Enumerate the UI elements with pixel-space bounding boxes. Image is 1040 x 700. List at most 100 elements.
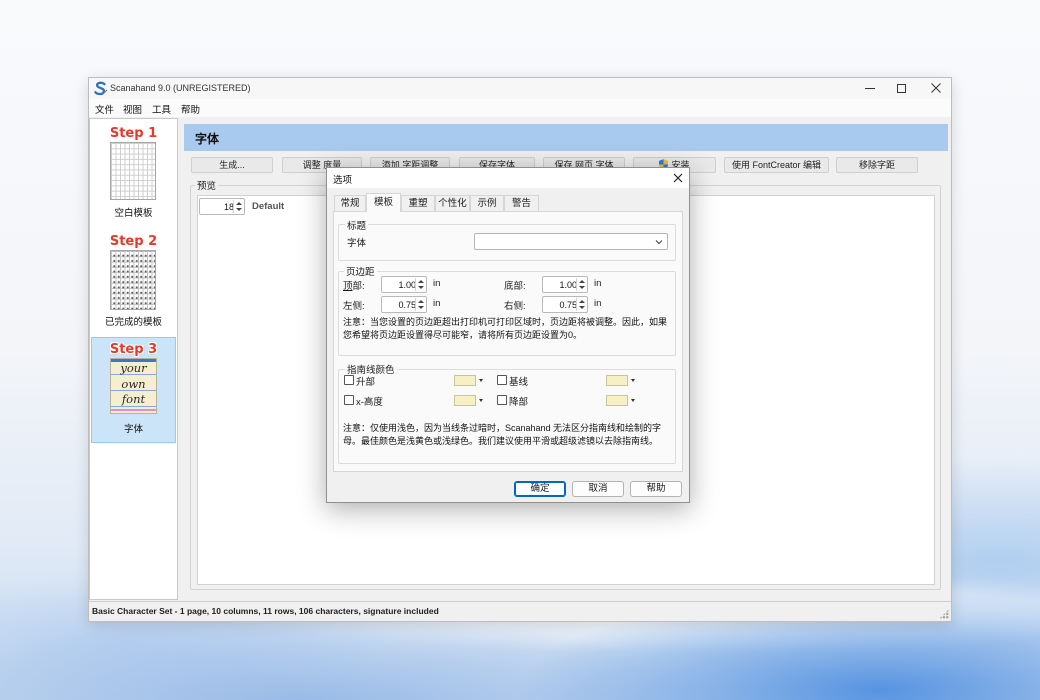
close-button[interactable] bbox=[921, 78, 951, 99]
descender-color-picker[interactable] bbox=[606, 395, 636, 406]
stepper-buttons bbox=[576, 298, 586, 311]
bottom-margin-input[interactable] bbox=[544, 278, 577, 291]
sidebar-item-blank-template[interactable]: Step 1 空白模板 bbox=[91, 120, 176, 226]
menu-view[interactable]: 视图 bbox=[123, 102, 142, 116]
cancel-button[interactable]: 取消 bbox=[572, 481, 624, 497]
preview-font-name: Default bbox=[252, 201, 285, 212]
tab-reshape[interactable]: 重塑 bbox=[401, 195, 435, 211]
font-sample-word: own bbox=[121, 377, 146, 391]
heading-font-select[interactable] bbox=[474, 233, 668, 250]
right-margin-input[interactable] bbox=[544, 298, 577, 311]
left-margin-input[interactable] bbox=[383, 298, 416, 311]
maximize-icon bbox=[897, 84, 906, 93]
section-header: 字体 bbox=[184, 124, 948, 151]
x-height-color-swatch bbox=[454, 395, 476, 406]
stepper-down-icon[interactable] bbox=[418, 306, 424, 309]
heading-font-label: 字体 bbox=[347, 238, 367, 249]
dropdown-arrow-icon bbox=[631, 399, 635, 402]
options-dialog: 选项 常规 模板 重塑 个性化 示例 警告 标题 字体 页边距 顶部: in 底… bbox=[326, 167, 690, 503]
dropdown-arrow-icon bbox=[631, 379, 635, 382]
stepper-down-icon[interactable] bbox=[579, 286, 585, 289]
completed-template-thumbnail bbox=[110, 250, 156, 310]
stepper-down-icon[interactable] bbox=[418, 286, 424, 289]
stepper-down-icon[interactable] bbox=[236, 208, 242, 211]
tab-sample[interactable]: 示例 bbox=[470, 195, 504, 211]
stepper-up-icon[interactable] bbox=[579, 280, 585, 283]
preview-size-stepper[interactable] bbox=[199, 198, 245, 215]
blank-template-thumbnail bbox=[110, 142, 156, 200]
close-icon bbox=[673, 173, 683, 183]
top-margin-input[interactable] bbox=[383, 278, 416, 291]
font-sample-thumbnail: your own font bbox=[110, 358, 157, 414]
page-title: 字体 bbox=[195, 132, 220, 146]
stepper-up-icon[interactable] bbox=[418, 280, 424, 283]
preview-group-label: 预览 bbox=[195, 178, 219, 192]
top-margin-stepper[interactable] bbox=[381, 276, 427, 293]
tab-warnings[interactable]: 警告 bbox=[504, 195, 539, 211]
scanahand-logo-svg bbox=[94, 81, 108, 96]
generate-button[interactable]: 生成... bbox=[191, 157, 273, 173]
sidebar-item-font[interactable]: Step 3 your own font 字体 bbox=[91, 337, 176, 443]
window-title: Scanahand 9.0 (UNREGISTERED) bbox=[110, 83, 251, 93]
font-sample-word: your bbox=[120, 361, 147, 375]
stepper-buttons bbox=[233, 200, 243, 213]
stepper-up-icon[interactable] bbox=[236, 202, 242, 205]
preview-size-input[interactable] bbox=[201, 200, 234, 213]
margins-note: 注意：当您设置的页边距超出打印机可打印区域时，页边距将被调整。因此，如果您希望将… bbox=[343, 317, 668, 340]
step-1-badge: Step 1 bbox=[109, 126, 158, 141]
guide-colors-note: 注意：仅使用浅色，因为当线条过暗时，Scanahand 无法区分指南线和绘制的字… bbox=[343, 423, 662, 446]
ascender-color-swatch bbox=[454, 375, 476, 386]
unit-label: in bbox=[433, 278, 441, 289]
baseline-label: 基线 bbox=[509, 377, 529, 388]
descender-label: 降部 bbox=[509, 397, 529, 408]
edit-with-fontcreator-button[interactable]: 使用 FontCreator 编辑 bbox=[724, 157, 829, 173]
dialog-title-bar[interactable]: 选项 bbox=[327, 168, 689, 188]
menu-help[interactable]: 帮助 bbox=[181, 102, 200, 116]
sidebar-item-label: 字体 bbox=[123, 424, 143, 435]
stepper-up-icon[interactable] bbox=[418, 300, 424, 303]
top-margin-label: 顶部: bbox=[343, 281, 365, 292]
ascender-color-picker[interactable] bbox=[454, 375, 484, 386]
descender-checkbox[interactable] bbox=[497, 395, 507, 405]
bottom-margin-stepper[interactable] bbox=[542, 276, 588, 293]
baseline-color-swatch bbox=[606, 375, 628, 386]
unit-label: in bbox=[594, 298, 602, 309]
chevron-down-icon bbox=[655, 240, 663, 245]
stepper-up-icon[interactable] bbox=[579, 300, 585, 303]
unit-label: in bbox=[594, 278, 602, 289]
maximize-button[interactable] bbox=[887, 78, 917, 99]
ascender-checkbox[interactable] bbox=[344, 375, 354, 385]
x-height-label: x-高度 bbox=[356, 397, 383, 408]
sidebar-item-label: 已完成的模板 bbox=[104, 317, 162, 328]
baseline-checkbox[interactable] bbox=[497, 375, 507, 385]
title-bar[interactable]: Scanahand 9.0 (UNREGISTERED) bbox=[89, 78, 951, 99]
ok-button[interactable]: 确定 bbox=[514, 481, 566, 497]
workflow-sidebar: Step 1 空白模板 Step 2 已完成的模板 Step 3 your ow… bbox=[89, 118, 178, 600]
minimize-button[interactable] bbox=[855, 78, 885, 99]
right-margin-label: 右侧: bbox=[504, 301, 526, 312]
left-margin-stepper[interactable] bbox=[381, 296, 427, 313]
right-margin-stepper[interactable] bbox=[542, 296, 588, 313]
sidebar-item-completed-template[interactable]: Step 2 已完成的模板 bbox=[91, 228, 176, 334]
step-2-badge: Step 2 bbox=[109, 234, 158, 249]
tab-template[interactable]: 模板 bbox=[366, 193, 401, 212]
menu-file[interactable]: 文件 bbox=[95, 102, 114, 116]
remove-kerning-button[interactable]: 移除字距 bbox=[836, 157, 918, 173]
tab-general[interactable]: 常规 bbox=[334, 195, 366, 211]
resize-grip-icon[interactable] bbox=[939, 609, 949, 619]
baseline-color-picker[interactable] bbox=[606, 375, 636, 386]
menu-tools[interactable]: 工具 bbox=[152, 102, 171, 116]
left-margin-label: 左侧: bbox=[343, 301, 365, 312]
menu-bar: 文件 视图 工具 帮助 bbox=[89, 99, 951, 117]
help-button[interactable]: 帮助 bbox=[630, 481, 682, 497]
stepper-buttons bbox=[415, 278, 425, 291]
unit-label: in bbox=[433, 298, 441, 309]
dialog-close-button[interactable] bbox=[671, 171, 685, 185]
status-text: Basic Character Set - 1 page, 10 columns… bbox=[92, 606, 439, 616]
tab-personalize[interactable]: 个性化 bbox=[435, 195, 470, 211]
descender-color-swatch bbox=[606, 395, 628, 406]
stepper-down-icon[interactable] bbox=[579, 306, 585, 309]
bottom-margin-label: 底部: bbox=[504, 281, 526, 292]
x-height-checkbox[interactable] bbox=[344, 395, 354, 405]
x-height-color-picker[interactable] bbox=[454, 395, 484, 406]
